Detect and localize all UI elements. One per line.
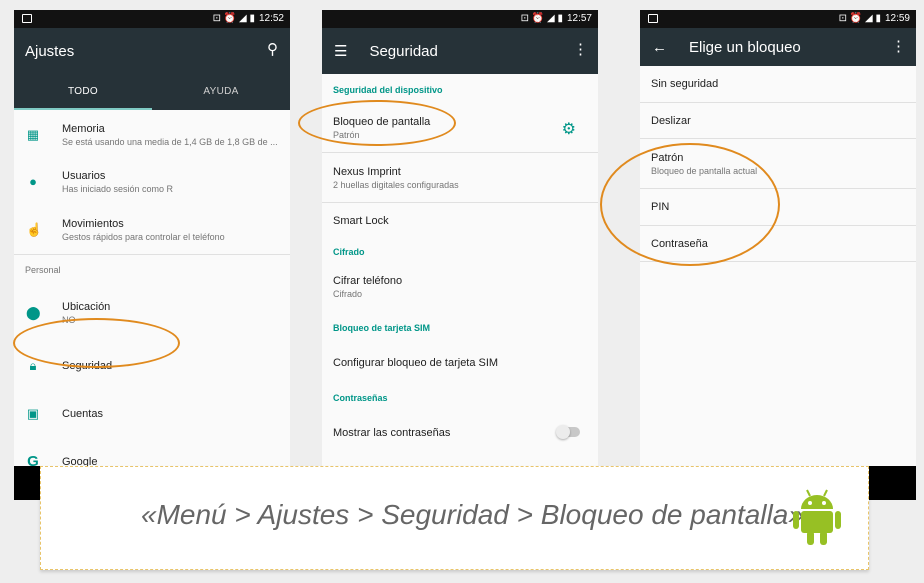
status-bar: ⊡ ⏰ ◢ ▮ 12:59: [640, 10, 916, 28]
clock: 12:52: [258, 13, 284, 24]
account-icon: ▣: [26, 406, 40, 421]
item-title: Cuentas: [62, 408, 103, 420]
item-subtitle: Has iniciado sesión como R: [62, 184, 174, 194]
item-subtitle: 2 huellas digitales configuradas: [333, 179, 459, 190]
back-arrow-icon[interactable]: ←: [652, 39, 667, 56]
tab-ayuda[interactable]: AYUDA: [152, 74, 290, 110]
app-bar: ← Elige un bloqueo ⋮: [640, 28, 916, 66]
option-title: Sin seguridad: [651, 78, 719, 90]
menu-item-memoria[interactable]: ▦ Memoria Se está usando una media de 1,…: [14, 112, 290, 158]
notification-icon: [22, 14, 32, 23]
choose-lock-screen: ⊡ ⏰ ◢ ▮ 12:59 ← Elige un bloqueo ⋮ Sin se…: [640, 10, 916, 500]
status-bar: ⊡ ⏰ ◢ ▮ 12:52: [14, 10, 290, 28]
caption-banner: «Menú > Ajustes > Seguridad > Bloqueo de…: [40, 466, 869, 570]
security-screen: ⊡ ⏰ ◢ ▮ 12:57 ☰ Seguridad ⋮ Seguridad del…: [322, 10, 598, 500]
item-subtitle: NO: [62, 315, 76, 325]
item-title: Usuarios: [62, 170, 106, 182]
lock-icon: 🔒︎: [29, 358, 37, 373]
menu-item-usuarios[interactable]: ● Usuarios Has iniciado sesión como R: [14, 158, 290, 206]
tab-bar: TODO AYUDA: [14, 74, 290, 110]
item-title: Smart Lock: [333, 215, 389, 227]
encrypt-phone-item[interactable]: Cifrar teléfono Cifrado: [322, 265, 598, 309]
app-bar: Ajustes ⚲: [14, 28, 290, 74]
smart-lock-item[interactable]: Smart Lock: [322, 203, 598, 239]
section-header: Personal: [14, 254, 290, 284]
more-vert-icon[interactable]: ⋮: [573, 40, 588, 58]
clock: 12:59: [884, 13, 910, 24]
location-icon: ⬤: [26, 305, 41, 320]
option-swipe[interactable]: Deslizar: [640, 103, 916, 139]
category-encryption: Cifrado: [333, 247, 365, 257]
category-device-security: Seguridad del dispositivo: [333, 85, 443, 95]
tab-todo[interactable]: TODO: [14, 74, 152, 110]
item-title: Ubicación: [62, 301, 111, 313]
menu-icon[interactable]: ☰: [334, 42, 347, 60]
option-title: Patrón: [651, 151, 684, 164]
item-subtitle: Gestos rápidos para controlar el teléfon…: [62, 232, 225, 242]
item-title: Nexus Imprint: [333, 165, 401, 178]
memory-icon: ▦: [26, 127, 40, 142]
nexus-imprint-item[interactable]: Nexus Imprint 2 huellas digitales config…: [322, 153, 598, 203]
status-icons: ⊡ ⏰ ◢ ▮: [520, 13, 563, 24]
clock: 12:57: [566, 13, 592, 24]
option-title: Contraseña: [651, 237, 708, 250]
status-bar: ⊡ ⏰ ◢ ▮ 12:57: [322, 10, 598, 28]
category-sim-lock: Bloqueo de tarjeta SIM: [333, 323, 431, 333]
item-title: Movimientos: [62, 218, 124, 230]
menu-path-caption: «Menú > Ajustes > Seguridad > Bloqueo de…: [141, 499, 804, 530]
item-title: Configurar bloqueo de tarjeta SIM: [333, 357, 499, 369]
category-passwords: Contraseñas: [333, 393, 388, 403]
option-no-security[interactable]: Sin seguridad: [640, 66, 916, 103]
person-icon: ●: [29, 174, 37, 189]
gesture-icon: ☝: [26, 222, 43, 237]
gear-icon[interactable]: ⚙: [562, 119, 576, 139]
item-title: Memoria: [62, 123, 105, 135]
notification-icon: [648, 14, 658, 23]
search-icon[interactable]: ⚲: [267, 40, 278, 58]
item-subtitle: Patrón: [333, 129, 360, 140]
screen-lock-item[interactable]: Bloqueo de pantalla Patrón ⚙: [322, 103, 598, 153]
android-robot-icon: [793, 489, 841, 545]
toggle-thumb: [556, 425, 570, 439]
sim-lock-config-item[interactable]: Configurar bloqueo de tarjeta SIM: [322, 341, 598, 385]
option-title: PIN: [651, 201, 670, 213]
option-pin[interactable]: PIN: [640, 189, 916, 226]
settings-screen: ⊡ ⏰ ◢ ▮ 12:52 Ajustes ⚲ TODO AYUDA ▦ Memo…: [14, 10, 290, 500]
option-password[interactable]: Contraseña: [640, 226, 916, 262]
menu-item-ubicacion[interactable]: ⬤ Ubicación NO: [14, 284, 290, 342]
menu-item-cuentas[interactable]: ▣ Cuentas: [14, 390, 290, 438]
menu-item-movimientos[interactable]: ☝ Movimientos Gestos rápidos para contro…: [14, 206, 290, 254]
more-vert-icon[interactable]: ⋮: [891, 37, 906, 55]
show-passwords-item[interactable]: Mostrar las contraseñas: [322, 411, 598, 455]
option-subtitle: Bloqueo de pantalla actual: [651, 165, 758, 176]
item-title: Seguridad: [62, 360, 113, 372]
option-pattern[interactable]: Patrón Bloqueo de pantalla actual: [640, 139, 916, 189]
app-bar: ☰ Seguridad ⋮: [322, 28, 598, 74]
item-subtitle: Cifrado: [333, 289, 363, 299]
status-icons: ⊡ ⏰ ◢ ▮: [838, 13, 881, 24]
item-title: Cifrar teléfono: [333, 275, 403, 287]
page-title: Ajustes: [25, 42, 75, 60]
page-title: Seguridad: [369, 42, 438, 60]
show-passwords-toggle[interactable]: [556, 425, 580, 439]
page-title: Elige un bloqueo: [689, 38, 801, 56]
option-title: Deslizar: [651, 114, 691, 127]
status-icons: ⊡ ⏰ ◢ ▮: [212, 13, 255, 24]
item-title: Bloqueo de pantalla: [333, 115, 431, 128]
menu-item-seguridad[interactable]: 🔒︎ Seguridad: [14, 342, 290, 390]
item-subtitle: Se está usando una media de 1,4 GB de 1,…: [62, 137, 278, 147]
